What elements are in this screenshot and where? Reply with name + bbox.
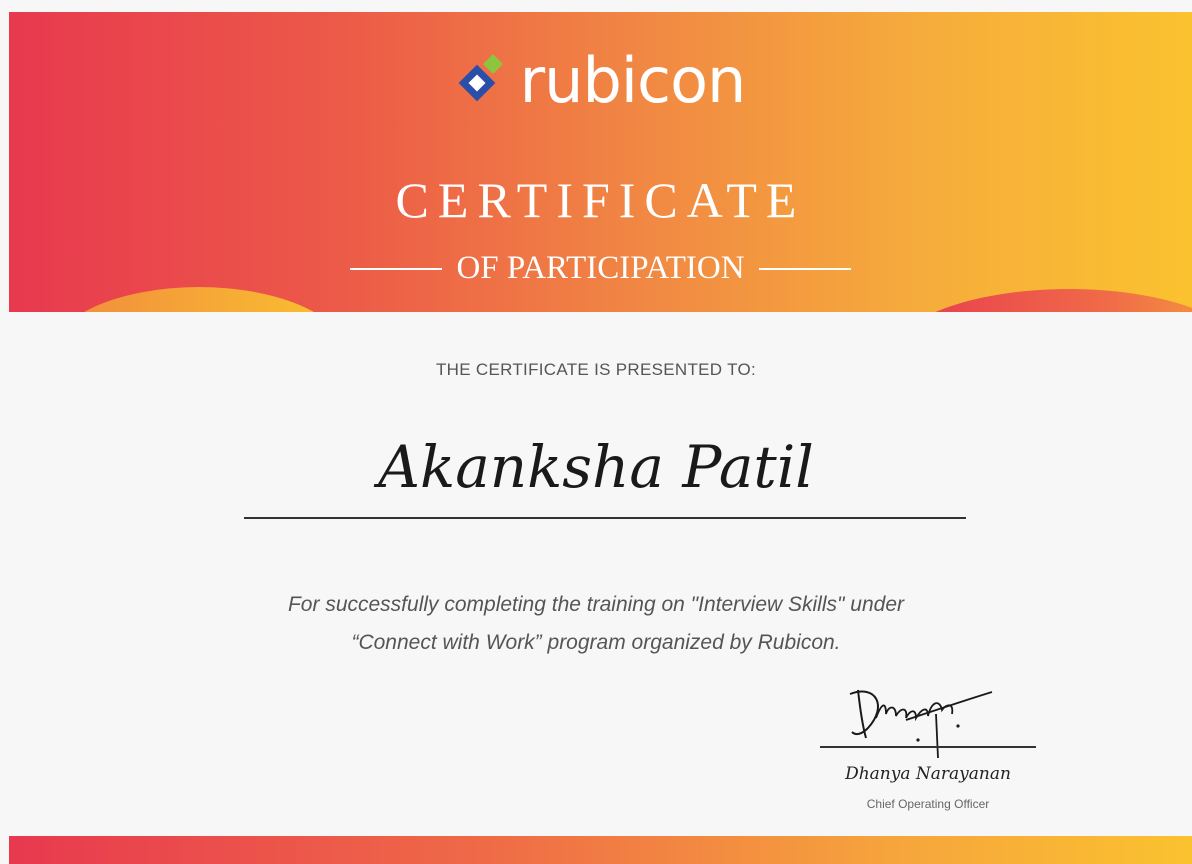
subtitle-rule-left (350, 267, 443, 270)
certificate-subtitle-row: OF PARTICIPATION (9, 252, 1192, 285)
brand-wordmark: rubicon (519, 44, 747, 117)
signatory-role: Chief Operating Officer (866, 797, 990, 811)
certificate-description: For successfully completing the training… (0, 586, 1192, 662)
certificate-page: rubicon CERTIFICATE OF PARTICIPATION THE… (0, 0, 1192, 864)
signatory-name: Dhanya Narayanan (845, 764, 1011, 784)
description-line-2: “Connect with Work” program organized by… (351, 631, 841, 654)
decorative-wave-left (49, 287, 349, 312)
decorative-wave-right (889, 289, 1192, 312)
rubicon-logo: rubicon (9, 50, 1192, 112)
certificate-subtitle: OF PARTICIPATION (456, 250, 745, 286)
recipient-underline (244, 517, 966, 519)
presented-to-label: THE CERTIFICATE IS PRESENTED TO: (435, 360, 757, 379)
subtitle-rule-right (758, 267, 851, 270)
signature-line (820, 746, 1036, 748)
certificate-footer-band (9, 836, 1192, 864)
description-line-1: For successfully completing the training… (287, 593, 904, 616)
certificate-header-band: rubicon CERTIFICATE OF PARTICIPATION (9, 12, 1192, 312)
certificate-title: CERTIFICATE (395, 172, 806, 228)
rubicon-diamond-logo-icon (458, 54, 503, 102)
recipient-name: Akanksha Patil (378, 433, 814, 501)
